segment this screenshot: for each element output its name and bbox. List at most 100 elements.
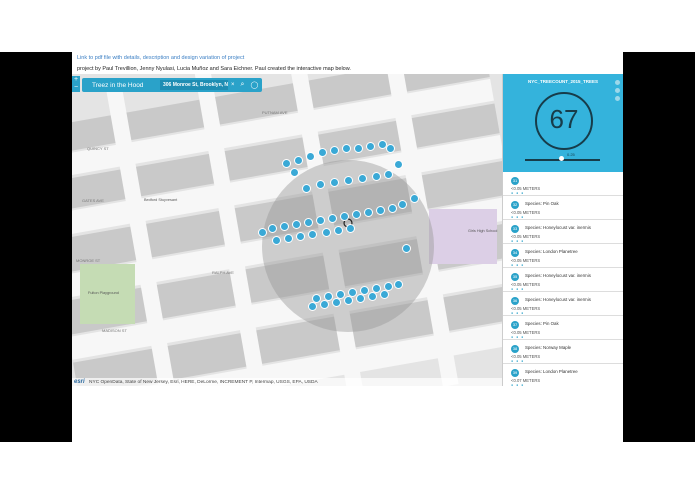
species-label: Species: Honeylocust var. inermis xyxy=(525,273,591,278)
result-badge: 39 xyxy=(511,369,519,377)
tree-marker[interactable] xyxy=(346,224,355,233)
item-actions-icon[interactable]: ● ● ● xyxy=(511,191,524,195)
pdf-link[interactable]: Link to pdf file with details, descripti… xyxy=(77,55,244,61)
tree-marker[interactable] xyxy=(342,144,351,153)
search-icon[interactable]: ⌕ xyxy=(241,81,245,89)
tree-marker[interactable] xyxy=(372,172,381,181)
svg-text:Fulton Playground: Fulton Playground xyxy=(88,291,119,295)
result-list-item[interactable]: 31 <0.05 METERS ● ● ● xyxy=(503,172,623,196)
tree-marker[interactable] xyxy=(322,228,331,237)
svg-text:MADISON ST: MADISON ST xyxy=(102,328,127,333)
tree-marker[interactable] xyxy=(290,168,299,177)
result-list-item[interactable]: 39 Species: London Planetree <0.07 METERS ●… xyxy=(503,364,623,386)
tree-marker[interactable] xyxy=(358,174,367,183)
zoom-in-button[interactable]: + xyxy=(72,76,80,84)
item-actions-icon[interactable]: ● ● ● xyxy=(511,383,524,386)
tree-marker[interactable] xyxy=(344,296,353,305)
tree-marker[interactable] xyxy=(334,226,343,235)
tree-marker[interactable] xyxy=(272,236,281,245)
tree-marker[interactable] xyxy=(394,280,403,289)
tree-marker[interactable] xyxy=(308,230,317,239)
tree-marker[interactable] xyxy=(344,176,353,185)
map-search-bar: Treez in the Hood 306 Monroe St, Brookly… xyxy=(82,78,262,92)
tree-marker[interactable] xyxy=(330,146,339,155)
tree-marker[interactable] xyxy=(352,210,361,219)
tree-marker[interactable] xyxy=(268,224,277,233)
tree-marker[interactable] xyxy=(398,200,407,209)
tree-marker[interactable] xyxy=(292,220,301,229)
right-letterbox xyxy=(623,52,695,442)
tree-marker[interactable] xyxy=(318,148,327,157)
tree-marker[interactable] xyxy=(356,294,365,303)
species-label: Species: Honeylocust var. inermis xyxy=(525,225,591,230)
tree-marker[interactable] xyxy=(316,180,325,189)
tree-marker[interactable] xyxy=(354,144,363,153)
item-actions-icon[interactable]: ● ● ● xyxy=(511,311,524,315)
esri-logo: esri xyxy=(74,379,85,385)
tree-marker[interactable] xyxy=(366,142,375,151)
tree-marker[interactable] xyxy=(316,216,325,225)
tree-marker[interactable] xyxy=(410,194,419,203)
svg-text:Girls High School: Girls High School xyxy=(468,229,497,233)
tree-marker[interactable] xyxy=(294,156,303,165)
item-actions-icon[interactable]: ● ● ● xyxy=(511,263,524,267)
results-list[interactable]: 31 <0.05 METERS ● ● ● 32 Species: Pin Oak <0.… xyxy=(503,172,623,386)
tree-marker[interactable] xyxy=(364,208,373,217)
tree-marker[interactable] xyxy=(388,204,397,213)
result-list-item[interactable]: 32 Species: Pin Oak <0.05 METERS ● ● ● xyxy=(503,196,623,220)
tree-marker[interactable] xyxy=(280,222,289,231)
zoom-out-button[interactable]: − xyxy=(72,84,80,92)
result-list-item[interactable]: 33 Species: Honeylocust var. inermis <0.05… xyxy=(503,220,623,244)
tree-marker[interactable] xyxy=(330,178,339,187)
species-label: Species: Norway Maple xyxy=(525,345,572,350)
panel-expand-icon[interactable] xyxy=(615,88,620,93)
tree-marker[interactable] xyxy=(282,159,291,168)
item-actions-icon[interactable]: ● ● ● xyxy=(511,239,524,243)
tree-marker[interactable] xyxy=(284,234,293,243)
result-list-item[interactable]: 38 Species: Norway Maple <0.05 METERS ● ● ● xyxy=(503,340,623,364)
credit-text: project by Paul Trevillion, Jenny Nyulas… xyxy=(77,66,351,72)
locate-icon[interactable]: ◯ xyxy=(250,81,258,89)
clear-search-icon[interactable]: × xyxy=(231,82,235,88)
tree-marker[interactable] xyxy=(380,290,389,299)
tree-marker[interactable] xyxy=(402,244,411,253)
tree-marker[interactable] xyxy=(384,170,393,179)
tree-marker[interactable] xyxy=(258,228,267,237)
result-list-item[interactable]: 37 Species: Pin Oak <0.05 METERS ● ● ● xyxy=(503,316,623,340)
species-label: Species: London Planetree xyxy=(525,369,578,374)
tree-marker[interactable] xyxy=(376,206,385,215)
tree-marker[interactable] xyxy=(304,218,313,227)
tree-marker[interactable] xyxy=(320,300,329,309)
attribution-text: NYC OpenData, State of New Jersey, Esri,… xyxy=(89,380,318,385)
interactive-map[interactable]: QUINCY ST GATES AVE MONROE ST MADISON ST… xyxy=(72,74,623,386)
result-badge: 36 xyxy=(511,297,519,305)
panel-settings-icon[interactable] xyxy=(615,96,620,101)
item-actions-icon[interactable]: ● ● ● xyxy=(511,287,524,291)
slider-handle[interactable] xyxy=(559,156,564,161)
app-title: Treez in the Hood xyxy=(92,81,144,89)
tree-marker[interactable] xyxy=(332,298,341,307)
tree-marker[interactable] xyxy=(368,292,377,301)
result-list-item[interactable]: 35 Species: Honeylocust var. inermis <0.05… xyxy=(503,268,623,292)
item-actions-icon[interactable]: ● ● ● xyxy=(511,215,524,219)
tree-marker[interactable] xyxy=(386,144,395,153)
tree-marker[interactable] xyxy=(328,214,337,223)
item-actions-icon[interactable]: ● ● ● xyxy=(511,335,524,339)
tree-marker[interactable] xyxy=(302,184,311,193)
radius-slider[interactable]: 0.25 xyxy=(525,152,600,161)
address-search-input[interactable]: 306 Monroe St, Brooklyn, N xyxy=(160,80,228,90)
tree-marker[interactable] xyxy=(306,152,315,161)
species-label: Species: Honeylocust var. inermis xyxy=(525,297,591,302)
school-area xyxy=(429,209,497,264)
zoom-control[interactable]: + − xyxy=(72,76,80,92)
item-actions-icon[interactable]: ● ● ● xyxy=(511,359,524,363)
tree-marker[interactable] xyxy=(296,232,305,241)
tree-marker[interactable] xyxy=(394,160,403,169)
result-list-item[interactable]: 36 Species: Honeylocust var. inermis <0.05… xyxy=(503,292,623,316)
tree-marker[interactable] xyxy=(308,302,317,311)
result-list-item[interactable]: 34 Species: London Planetree <0.05 METERS ●… xyxy=(503,244,623,268)
tree-marker[interactable] xyxy=(340,212,349,221)
slider-value: 0.25 xyxy=(567,152,575,157)
panel-close-icon[interactable] xyxy=(615,80,620,85)
tree-count: 67 xyxy=(549,104,579,134)
